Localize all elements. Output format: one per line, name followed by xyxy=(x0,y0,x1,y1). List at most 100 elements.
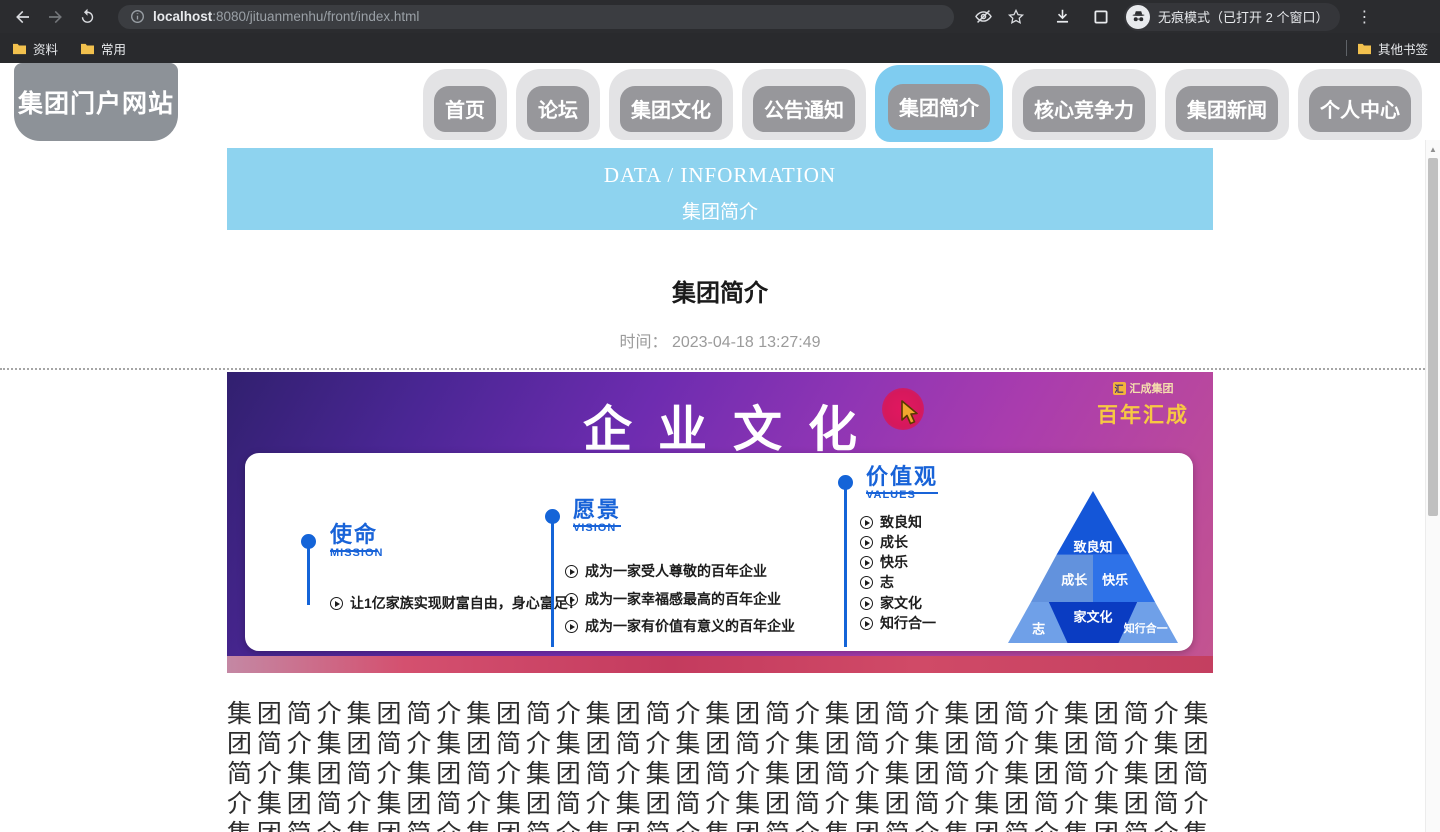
other-bookmarks-label: 其他书签 xyxy=(1377,42,1428,57)
pyramid-label: 志 xyxy=(1032,621,1046,637)
vision-item: 成为一家受人尊敬的百年企业 xyxy=(565,561,767,581)
bookmark-label: 资料 xyxy=(33,42,59,57)
tab-label: 公告通知 xyxy=(753,86,855,132)
tab-announcements[interactable]: 公告通知 xyxy=(742,69,866,140)
pyramid-label: 知行合一 xyxy=(1123,622,1168,635)
incognito-icon xyxy=(1126,4,1150,29)
play-circle-icon xyxy=(330,596,343,610)
hero-skyline-strip xyxy=(227,656,1213,673)
mission-item: 让1亿家族实现财富自由，身心富足！ xyxy=(330,593,582,613)
url-path: :8080/jituanmenhu/front/index.html xyxy=(212,9,420,24)
vision-subtitle: VISION xyxy=(573,522,617,534)
play-circle-icon xyxy=(860,596,873,610)
article-timestamp: 时间： 2023-04-18 13:27:49 xyxy=(0,328,1440,352)
url-text[interactable]: localhost:8080/jituanmenhu/front/index.h… xyxy=(153,9,419,24)
tab-group-intro[interactable]: 集团简介 xyxy=(875,65,1003,142)
url-host: localhost xyxy=(153,9,213,24)
side-panel-icon[interactable] xyxy=(1092,8,1110,26)
play-circle-icon xyxy=(860,616,873,630)
play-circle-icon xyxy=(565,592,578,606)
mission-dot xyxy=(301,534,316,549)
section-banner: DATA / INFORMATION 集团简介 xyxy=(227,148,1213,230)
main-nav: 首页 论坛 集团文化 公告通知 集团简介 核心竞争力 集团新闻 个人中心 xyxy=(423,63,1422,142)
tab-forum[interactable]: 论坛 xyxy=(516,69,600,140)
menu-dots-icon[interactable]: ⋮ xyxy=(1356,7,1372,27)
vision-line xyxy=(551,523,554,647)
tab-label: 首页 xyxy=(434,86,496,132)
vision-item: 成为一家幸福感最高的百年企业 xyxy=(565,589,781,609)
values-pyramid: 致良知 成长 快乐 志 家文化 知行合一 xyxy=(1008,491,1178,643)
mission-subtitle: MISSION xyxy=(330,547,384,559)
section-banner-title: 集团简介 xyxy=(681,202,758,223)
values-item: 致良知 xyxy=(860,512,922,532)
values-item: 志 xyxy=(860,572,894,592)
tab-group-news[interactable]: 集团新闻 xyxy=(1165,69,1289,140)
tab-label: 集团文化 xyxy=(620,86,722,132)
folder-icon xyxy=(80,42,95,55)
scrollbar-up-icon[interactable]: ▲ xyxy=(1426,140,1440,154)
article-body: 集团简介集团简介集团简介集团简介集团简介集团简介集团简介集团简介集团简介集团简介… xyxy=(227,700,1213,832)
tracking-off-icon[interactable] xyxy=(974,7,993,26)
values-item: 成长 xyxy=(860,532,908,552)
incognito-badge: 无痕模式（已打开 2 个窗口） xyxy=(1124,2,1341,31)
values-item: 快乐 xyxy=(860,552,908,572)
tab-label: 论坛 xyxy=(527,86,589,132)
values-subtitle: VALUES xyxy=(866,489,916,501)
brand-slogan: 百年汇成 xyxy=(1097,404,1189,427)
play-circle-icon xyxy=(565,619,578,633)
brand-logo-icon: 汇 xyxy=(1112,381,1126,395)
values-item: 家文化 xyxy=(860,593,922,613)
tab-label: 集团简介 xyxy=(888,84,990,130)
brand-name: 汇成集团 xyxy=(1129,383,1174,395)
page-content: 集团门户网站 首页 论坛 集团文化 公告通知 集团简介 核心竞争力 集团新闻 个… xyxy=(0,63,1440,832)
folder-icon xyxy=(12,42,27,55)
pyramid-label: 家文化 xyxy=(1073,609,1113,625)
play-circle-icon xyxy=(860,515,873,529)
folder-icon xyxy=(1357,42,1372,55)
values-item: 知行合一 xyxy=(860,613,936,633)
article-title: 集团简介 xyxy=(672,280,768,307)
tab-home[interactable]: 首页 xyxy=(423,69,507,140)
site-header: 集团门户网站 首页 论坛 集团文化 公告通知 集团简介 核心竞争力 集团新闻 个… xyxy=(0,63,1440,142)
pyramid-label: 快乐 xyxy=(1102,572,1129,588)
bookmarks-bar: 资料 常用 其他书签 xyxy=(0,33,1440,63)
vision-item: 成为一家有价值有意义的百年企业 xyxy=(565,616,795,636)
info-icon[interactable] xyxy=(130,9,145,24)
hero-title: 企业文化 xyxy=(582,402,883,457)
time-label: 时间： xyxy=(619,334,668,351)
incognito-label: 无痕模式（已打开 2 个窗口） xyxy=(1158,10,1329,25)
values-dot xyxy=(838,475,853,490)
hero-panel: 使命 MISSION 让1亿家族实现财富自由，身心富足！ 愿景 VISION 成… xyxy=(245,453,1193,651)
hero-culture-image: 企业文化 汇 汇成集团 百年汇成 使命 MISSION 让1亿家族实现财富自由，… xyxy=(227,372,1213,673)
bookmark-folder-changyong[interactable]: 常用 xyxy=(80,39,126,58)
section-banner-eyebrow: DATA / INFORMATION xyxy=(603,163,837,187)
download-icon[interactable] xyxy=(1053,7,1072,26)
tab-personal-center[interactable]: 个人中心 xyxy=(1298,69,1422,140)
url-bar[interactable]: localhost:8080/jituanmenhu/front/index.h… xyxy=(118,4,954,29)
pyramid-label: 成长 xyxy=(1061,572,1088,588)
hero-brand: 汇 汇成集团 百年汇成 xyxy=(1097,380,1189,429)
bookmark-folder-ziliao[interactable]: 资料 xyxy=(12,39,58,58)
bookmark-star-icon[interactable] xyxy=(1007,8,1025,26)
browser-toolbar: localhost:8080/jituanmenhu/front/index.h… xyxy=(0,0,1440,33)
mouse-cursor-icon xyxy=(901,400,918,425)
back-icon[interactable] xyxy=(10,4,36,30)
other-bookmarks[interactable]: 其他书签 xyxy=(1357,39,1428,58)
tab-label: 核心竞争力 xyxy=(1023,86,1145,132)
forward-icon[interactable] xyxy=(42,4,68,30)
tab-group-culture[interactable]: 集团文化 xyxy=(609,69,733,140)
tab-label: 个人中心 xyxy=(1309,86,1411,132)
play-circle-icon xyxy=(565,564,578,578)
play-circle-icon xyxy=(860,535,873,549)
scrollbar-thumb[interactable] xyxy=(1428,158,1438,516)
bookmark-label: 常用 xyxy=(101,42,127,57)
values-line xyxy=(844,489,847,647)
reload-icon[interactable] xyxy=(74,4,100,30)
site-logo: 集团门户网站 xyxy=(14,63,178,141)
mission-line xyxy=(307,548,310,605)
browser-chrome: localhost:8080/jituanmenhu/front/index.h… xyxy=(0,0,1440,63)
scrollbar[interactable]: ▲ xyxy=(1425,140,1440,832)
play-circle-icon xyxy=(860,555,873,569)
tab-label: 集团新闻 xyxy=(1176,86,1278,132)
tab-core-competitiveness[interactable]: 核心竞争力 xyxy=(1012,69,1156,140)
